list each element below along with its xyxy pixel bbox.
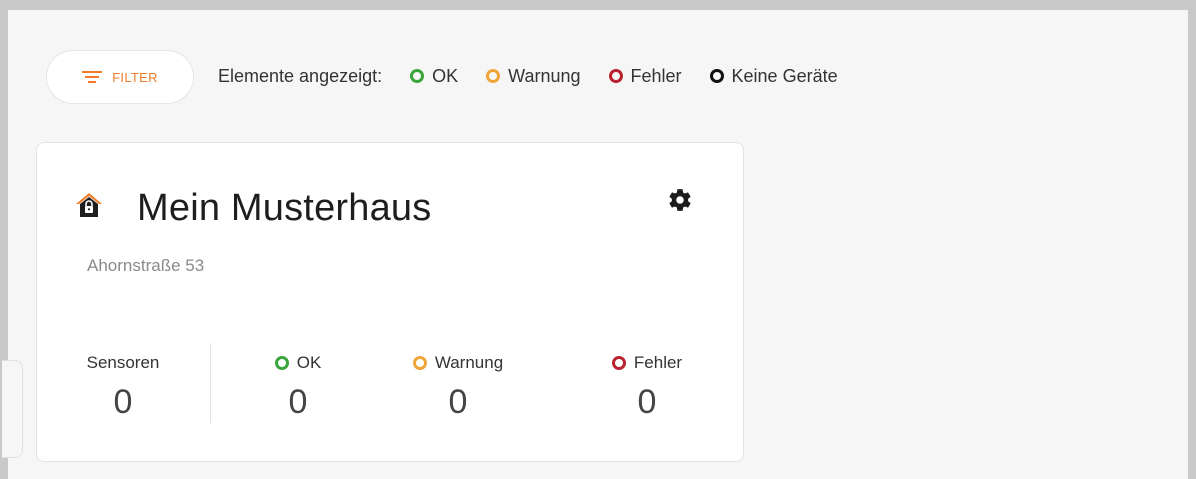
legend-label: Warnung xyxy=(508,65,581,86)
warning-ring-icon xyxy=(486,69,501,83)
property-title: Mein Musterhaus xyxy=(137,187,432,229)
error-ring-icon xyxy=(611,356,626,370)
stat-value: 0 xyxy=(113,383,133,421)
property-card[interactable]: Mein Musterhaus Ahornstraße 53 Sensoren … xyxy=(36,142,744,462)
ok-ring-icon xyxy=(274,356,289,370)
error-ring-icon xyxy=(608,69,623,83)
stat-value: 0 xyxy=(288,383,308,421)
stat-label: OK xyxy=(296,353,322,372)
filter-button[interactable]: FILTER xyxy=(46,50,194,104)
property-address: Ahornstraße 53 xyxy=(87,256,205,275)
legend-item-fehler[interactable]: Fehler xyxy=(608,65,682,87)
legend-item-warnung[interactable]: Warnung xyxy=(486,65,581,87)
stat-sensoren: Sensoren 0 xyxy=(73,351,173,422)
stat-value: 0 xyxy=(448,383,468,421)
legend-label: Keine Geräte xyxy=(731,65,838,86)
stat-label: Sensoren xyxy=(86,353,160,372)
warning-ring-icon xyxy=(412,356,427,370)
house-lock-icon xyxy=(76,193,102,217)
legend-item-ok[interactable]: OK xyxy=(410,66,458,87)
legend-label: Fehler xyxy=(630,65,682,86)
no-devices-ring-icon xyxy=(709,69,724,83)
ok-ring-icon xyxy=(410,69,425,83)
stat-fehler: Fehler 0 xyxy=(577,351,717,422)
stat-label: Warnung xyxy=(434,353,504,372)
stat-ok: OK 0 xyxy=(243,351,353,422)
stats-divider xyxy=(210,343,211,423)
legend-label: OK xyxy=(432,65,459,86)
stat-label: Fehler xyxy=(633,353,683,372)
legend-title: Elemente angezeigt: xyxy=(218,65,383,86)
side-drawer-handle[interactable] xyxy=(2,360,23,458)
stat-value: 0 xyxy=(637,383,657,421)
filter-icon xyxy=(82,71,103,83)
status-legend: Elemente angezeigt: OK Warnung Fehler Ke… xyxy=(218,64,866,88)
filter-label: FILTER xyxy=(112,69,158,85)
legend-item-keine-geraete[interactable]: Keine Geräte xyxy=(709,65,838,87)
stat-warnung: Warnung 0 xyxy=(383,351,533,422)
main-panel: FILTER Elemente angezeigt: OK Warnung Fe… xyxy=(2,10,1188,479)
gear-icon[interactable] xyxy=(667,187,693,213)
